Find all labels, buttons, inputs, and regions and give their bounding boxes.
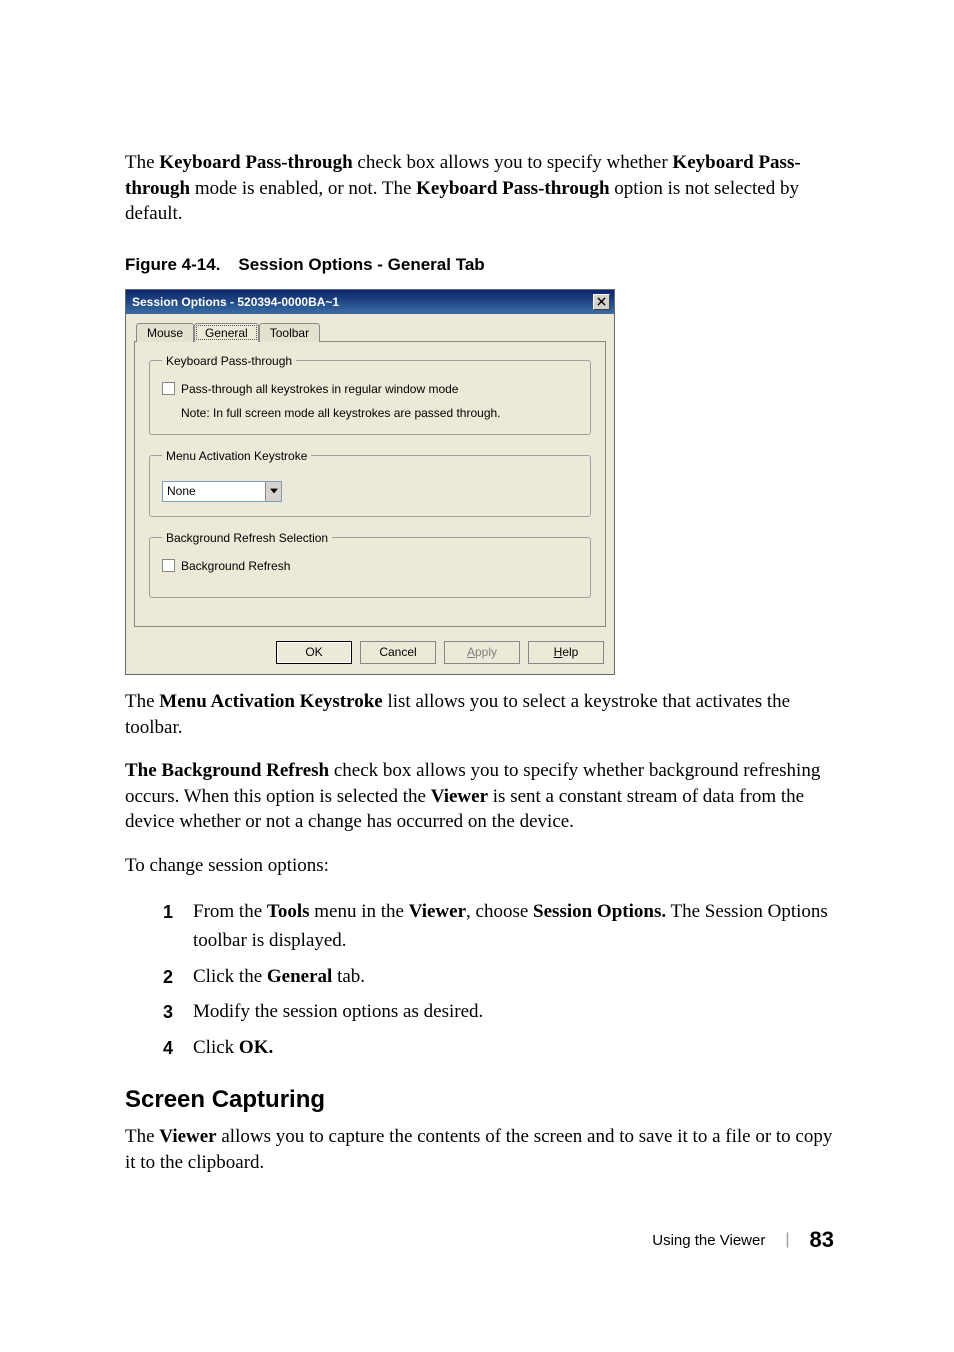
text-bold: The Background Refresh — [125, 760, 329, 781]
text: From the — [193, 901, 267, 922]
apply-button: Apply — [444, 641, 520, 664]
menu-activation-value: None — [167, 484, 196, 498]
text-bold: Keyboard Pass-through — [159, 152, 352, 173]
group-background-refresh: Background Refresh Selection Background … — [149, 531, 591, 598]
menu-activation-select[interactable]: None — [162, 481, 282, 502]
text-bold: Keyboard Pass-through — [416, 178, 609, 199]
dialog-title: Session Options - 520394-0000BA~1 — [132, 295, 339, 309]
step-number: 3 — [163, 999, 173, 1027]
step-number: 1 — [163, 899, 173, 927]
text: mode is enabled, or not. The — [190, 178, 416, 199]
footer-separator: | — [785, 1231, 789, 1249]
passthrough-note: Note: In full screen mode all keystrokes… — [181, 406, 578, 420]
step-2: 2 Click the General tab. — [163, 962, 834, 991]
cancel-button[interactable]: Cancel — [360, 641, 436, 664]
tab-mouse[interactable]: Mouse — [136, 323, 194, 342]
paragraph-screen-capturing: The Viewer allows you to capture the con… — [125, 1124, 834, 1175]
paragraph-menu-activation: The Menu Activation Keystroke list allow… — [125, 689, 834, 740]
text: The — [125, 691, 159, 712]
close-icon[interactable] — [593, 294, 610, 310]
footer-page-number: 83 — [810, 1227, 834, 1253]
checkbox-passthrough-label: Pass-through all keystrokes in regular w… — [181, 382, 458, 396]
tab-toolbar[interactable]: Toolbar — [259, 323, 320, 342]
checkbox-background-refresh-label: Background Refresh — [181, 559, 290, 573]
paragraph-change-session: To change session options: — [125, 853, 834, 879]
checkbox-background-refresh[interactable] — [162, 559, 175, 572]
text: menu in the — [310, 901, 409, 922]
page-footer: Using the Viewer | 83 — [125, 1227, 834, 1253]
text: The — [125, 152, 159, 173]
step-4: 4 Click OK. — [163, 1033, 834, 1062]
session-options-dialog: Session Options - 520394-0000BA~1 Mouse … — [125, 289, 615, 675]
text: check box allows you to specify whether — [353, 152, 673, 173]
footer-section-label: Using the Viewer — [652, 1232, 765, 1249]
tab-general[interactable]: General — [194, 323, 259, 342]
text: Click — [193, 1037, 239, 1058]
group-menu-activation: Menu Activation Keystroke None — [149, 449, 591, 517]
ok-button[interactable]: OK — [276, 641, 352, 664]
text-bold: General — [267, 966, 332, 987]
paragraph-keyboard-passthrough: The Keyboard Pass-through check box allo… — [125, 150, 834, 227]
checkbox-passthrough[interactable] — [162, 382, 175, 395]
text-bold: Tools — [267, 901, 310, 922]
group-keyboard-passthrough: Keyboard Pass-through Pass-through all k… — [149, 354, 591, 435]
step-3: 3 Modify the session options as desired. — [163, 997, 834, 1026]
tab-panel-general: Keyboard Pass-through Pass-through all k… — [134, 341, 606, 627]
chevron-down-icon[interactable] — [265, 482, 281, 501]
figure-caption: Figure 4-14. Session Options - General Ta… — [125, 255, 834, 275]
heading-screen-capturing: Screen Capturing — [125, 1086, 834, 1114]
text: Click the — [193, 966, 267, 987]
dialog-titlebar: Session Options - 520394-0000BA~1 — [126, 290, 614, 314]
dialog-button-row: OK Cancel Apply Help — [126, 635, 614, 674]
text-bold: Viewer — [159, 1126, 216, 1147]
paragraph-background-refresh: The Background Refresh check box allows … — [125, 758, 834, 835]
figure-title: Session Options - General Tab — [238, 255, 484, 274]
text-bold: OK. — [239, 1037, 273, 1058]
step-1: 1 From the Tools menu in the Viewer, cho… — [163, 897, 834, 956]
tab-strip: Mouse General Toolbar — [126, 314, 614, 341]
step-number: 4 — [163, 1035, 173, 1063]
text-bold: Menu Activation Keystroke — [159, 691, 382, 712]
text: The — [125, 1126, 159, 1147]
text-bold: Viewer — [431, 786, 488, 807]
text: tab. — [332, 966, 365, 987]
figure-number: Figure 4-14. — [125, 255, 220, 274]
help-button[interactable]: Help — [528, 641, 604, 664]
text-bold: Session Options. — [533, 901, 666, 922]
legend-keyboard-passthrough: Keyboard Pass-through — [162, 354, 296, 368]
text: allows you to capture the contents of th… — [125, 1126, 832, 1173]
legend-menu-activation: Menu Activation Keystroke — [162, 449, 311, 463]
legend-background-refresh: Background Refresh Selection — [162, 531, 332, 545]
text: Modify the session options as desired. — [193, 1001, 483, 1022]
text-bold: Viewer — [409, 901, 466, 922]
step-number: 2 — [163, 964, 173, 992]
text: , choose — [466, 901, 533, 922]
